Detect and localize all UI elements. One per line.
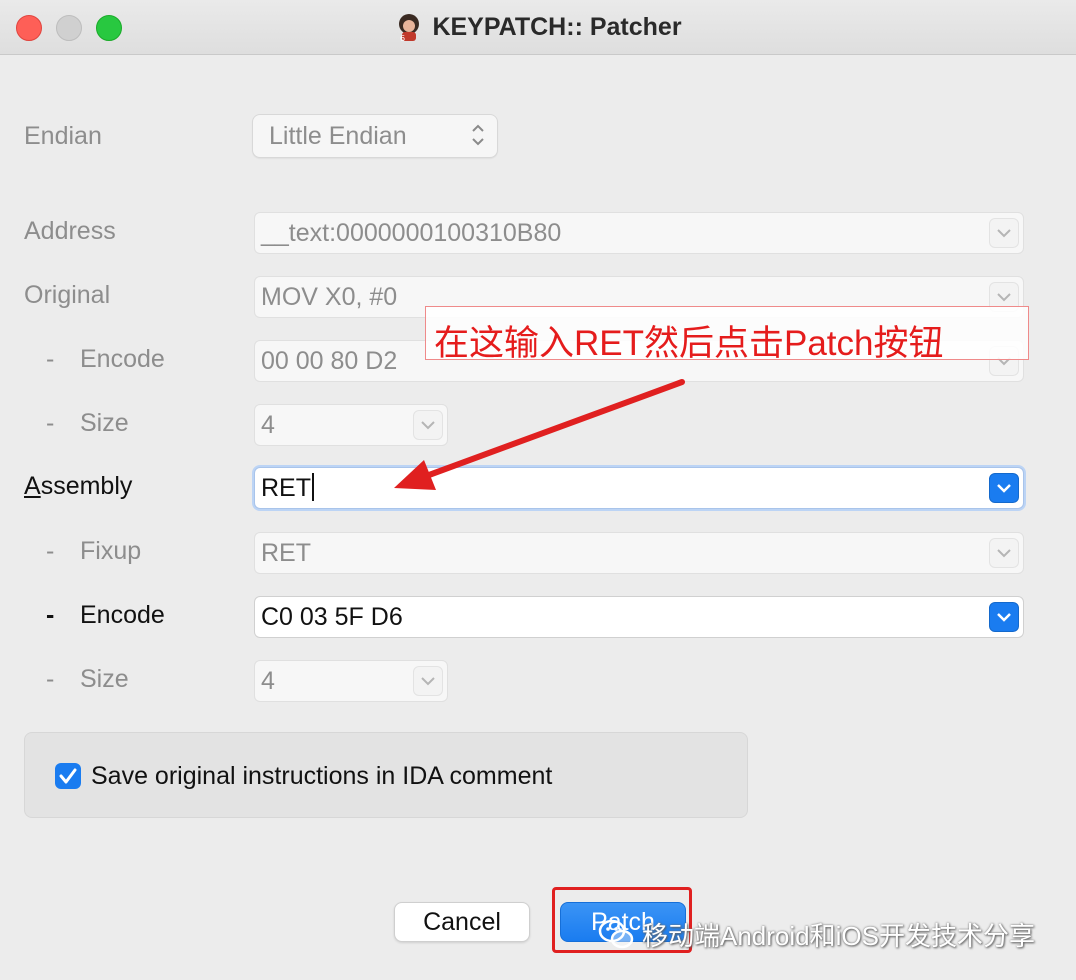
annotation-text: 在这输入RET然后点击Patch按钮 xyxy=(434,324,944,363)
new-encode-dash: - xyxy=(46,601,55,629)
new-encode-combo[interactable]: C0 03 5F D6 xyxy=(254,596,1024,638)
cancel-button[interactable]: Cancel xyxy=(394,902,530,942)
address-dropdown-button[interactable] xyxy=(989,218,1019,248)
new-encode-label: Encode xyxy=(80,601,165,629)
original-encode-value: 00 00 80 D2 xyxy=(261,347,398,375)
fixup-label: Fixup xyxy=(80,537,142,565)
assembly-label-mnemonic: A xyxy=(24,472,41,500)
keypatch-window: 6 KEYPATCH:: Patcher Endian Little Endia… xyxy=(0,0,1076,980)
new-encode-dropdown-button[interactable] xyxy=(989,602,1019,632)
original-size-dash: - xyxy=(46,409,55,437)
checkmark-icon xyxy=(59,768,77,784)
fixup-dash: - xyxy=(46,537,55,565)
wechat-icon xyxy=(598,919,634,949)
assembly-input[interactable]: RET xyxy=(261,473,314,503)
original-size-label: Size xyxy=(80,409,129,437)
window-title: KEYPATCH:: Patcher xyxy=(432,12,682,41)
title-bar: 6 KEYPATCH:: Patcher xyxy=(0,0,1076,55)
chevron-down-icon xyxy=(997,484,1011,493)
original-label: Original xyxy=(24,281,111,309)
new-size-value: 4 xyxy=(261,667,275,695)
chevron-down-icon xyxy=(997,613,1011,622)
fixup-dropdown-button[interactable] xyxy=(989,538,1019,568)
assembly-label: Assembly xyxy=(24,472,132,501)
assembly-dropdown-button[interactable] xyxy=(989,473,1019,503)
assembly-value: RET xyxy=(261,474,311,502)
chevron-down-icon xyxy=(997,229,1011,238)
watermark-text: 移动端Android和iOS开发技术分享 xyxy=(642,920,1035,951)
new-encode-value: C0 03 5F D6 xyxy=(261,603,403,631)
fixup-value: RET xyxy=(261,539,311,567)
assembly-label-rest: ssembly xyxy=(40,472,133,500)
watermark: 移动端Android和iOS开发技术分享 xyxy=(596,914,1035,954)
chevron-down-icon xyxy=(997,549,1011,558)
endian-select[interactable]: Little Endian xyxy=(252,114,498,158)
red-arrow-icon xyxy=(394,379,685,490)
new-size-combo[interactable]: 4 xyxy=(254,660,448,702)
original-size-value: 4 xyxy=(261,411,275,439)
svg-text:6: 6 xyxy=(400,34,405,42)
updown-chevron-icon xyxy=(472,124,484,146)
address-combo[interactable]: __text:0000000100310B80 xyxy=(254,212,1024,254)
original-encode-label: Encode xyxy=(80,345,165,373)
title-group: 6 KEYPATCH:: Patcher xyxy=(0,0,1076,54)
new-size-dropdown-button[interactable] xyxy=(413,666,443,696)
original-encode-dash: - xyxy=(46,345,55,373)
save-comment-checkbox[interactable] xyxy=(55,763,81,789)
new-size-dash: - xyxy=(46,665,55,693)
endian-select-value: Little Endian xyxy=(269,122,407,150)
new-size-label: Size xyxy=(80,665,129,693)
keypatch-app-icon: 6 xyxy=(399,14,420,42)
save-comment-label[interactable]: Save original instructions in IDA commen… xyxy=(91,762,552,791)
original-value: MOV X0, #0 xyxy=(261,283,398,311)
address-label: Address xyxy=(24,217,116,245)
chevron-down-icon xyxy=(421,677,435,686)
address-value: __text:0000000100310B80 xyxy=(261,219,562,247)
instruction-annotation: 在这输入RET然后点击Patch按钮 xyxy=(425,306,1029,363)
endian-label: Endian xyxy=(24,122,102,150)
text-caret xyxy=(312,473,314,501)
fixup-combo[interactable]: RET xyxy=(254,532,1024,574)
options-panel: Save original instructions in IDA commen… xyxy=(24,732,748,818)
